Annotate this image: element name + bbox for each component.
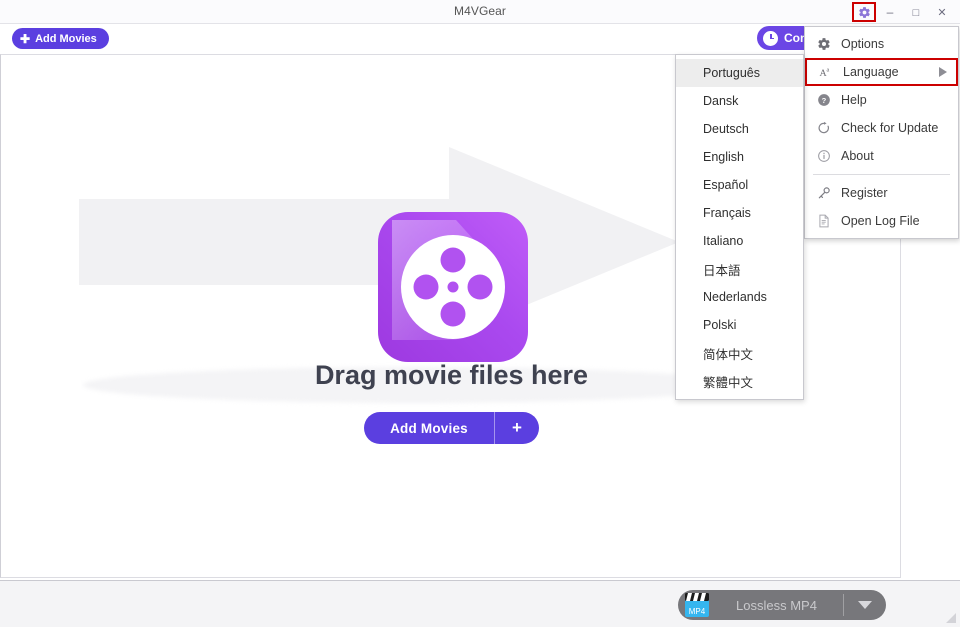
svg-text:a: a	[826, 66, 829, 73]
title-bar: M4VGear	[0, 0, 960, 24]
menu-item-label: Register	[841, 186, 888, 200]
language-item-deutsch[interactable]: Deutsch	[676, 115, 803, 143]
language-label: Polski	[703, 318, 737, 332]
language-item-espanol[interactable]: Español	[676, 171, 803, 199]
language-submenu[interactable]: Português Dansk Deutsch English Español …	[675, 54, 804, 400]
resize-grip[interactable]	[945, 612, 957, 624]
language-item-nederlands[interactable]: Nederlands	[676, 283, 803, 311]
menu-item-help[interactable]: ? Help	[805, 86, 958, 114]
plus-icon: ✚	[20, 31, 31, 46]
add-movies-center-label: Add Movies	[390, 420, 468, 436]
language-item-portugues[interactable]: Português	[676, 59, 803, 87]
maximize-button[interactable]	[904, 2, 928, 22]
menu-item-label: Check for Update	[841, 121, 939, 135]
output-format-selector[interactable]: MP4 Lossless MP4	[678, 590, 886, 620]
output-format-label: Lossless MP4	[736, 597, 817, 613]
language-item-francais[interactable]: Français	[676, 199, 803, 227]
info-circle-icon	[813, 149, 835, 163]
maximize-icon	[913, 6, 920, 19]
language-label: Dansk	[703, 94, 739, 108]
language-label: Nederlands	[703, 290, 767, 304]
caret-down-icon	[858, 601, 872, 609]
clapperboard-icon: MP4	[684, 592, 710, 618]
window-controls	[852, 1, 954, 23]
language-item-italiano[interactable]: Italiano	[676, 227, 803, 255]
gear-icon	[858, 6, 870, 18]
gear-icon	[813, 37, 835, 51]
language-item-english[interactable]: English	[676, 143, 803, 171]
film-reel-icon	[378, 212, 528, 362]
language-label: 日本語	[703, 263, 741, 278]
clock-icon	[763, 30, 778, 46]
format-dropdown-button[interactable]	[844, 601, 886, 609]
language-label: 繁體中文	[703, 375, 754, 390]
language-label: Italiano	[703, 234, 744, 248]
language-item-simplified-chinese[interactable]: 简体中文	[676, 339, 803, 367]
language-label: English	[703, 150, 744, 164]
add-movies-center-button[interactable]: Add Movies +	[364, 412, 539, 444]
menu-item-label: Language	[843, 65, 899, 79]
menu-item-label: About	[841, 149, 874, 163]
menu-item-label: Options	[841, 37, 885, 51]
settings-menu[interactable]: Options A a Language ? Help Check for Up…	[804, 26, 959, 239]
menu-item-language[interactable]: A a Language	[805, 58, 958, 86]
log-file-icon	[813, 214, 835, 228]
language-label: Deutsch	[703, 122, 749, 136]
close-icon	[937, 6, 946, 19]
language-item-japanese[interactable]: 日本語	[676, 255, 803, 283]
language-item-dansk[interactable]: Dansk	[676, 87, 803, 115]
add-movies-toolbar-label: Add Movies	[35, 32, 97, 45]
add-movies-plus-icon[interactable]: +	[495, 418, 539, 438]
status-bar: MP4 Lossless MP4	[0, 580, 960, 627]
settings-gear-button[interactable]	[852, 2, 876, 22]
language-label: Français	[703, 206, 751, 220]
language-label: Español	[703, 178, 749, 192]
menu-item-open-log-file[interactable]: Open Log File	[805, 207, 958, 235]
menu-item-check-for-update[interactable]: Check for Update	[805, 114, 958, 142]
refresh-icon	[813, 121, 835, 135]
menu-item-label: Open Log File	[841, 214, 920, 228]
language-item-traditional-chinese[interactable]: 繁體中文	[676, 367, 803, 395]
svg-text:MP4: MP4	[689, 607, 706, 616]
menu-item-label: Help	[841, 93, 867, 107]
page-title: M4VGear	[453, 4, 507, 18]
menu-item-register[interactable]: Register	[805, 179, 958, 207]
menu-separator	[813, 174, 950, 175]
help-circle-icon: ?	[813, 93, 835, 107]
language-item-polski[interactable]: Polski	[676, 311, 803, 339]
close-button[interactable]	[930, 2, 954, 22]
menu-item-options[interactable]: Options	[805, 30, 958, 58]
chevron-right-icon	[939, 67, 947, 77]
key-icon	[813, 186, 835, 200]
language-label: Português	[703, 66, 760, 80]
language-label: 简体中文	[703, 347, 754, 362]
add-movies-toolbar-button[interactable]: ✚ Add Movies	[12, 28, 109, 49]
language-icon: A a	[815, 65, 837, 79]
minimize-button[interactable]	[878, 2, 902, 22]
minimize-icon	[887, 6, 894, 18]
menu-item-about[interactable]: About	[805, 142, 958, 170]
svg-text:?: ?	[822, 96, 827, 105]
